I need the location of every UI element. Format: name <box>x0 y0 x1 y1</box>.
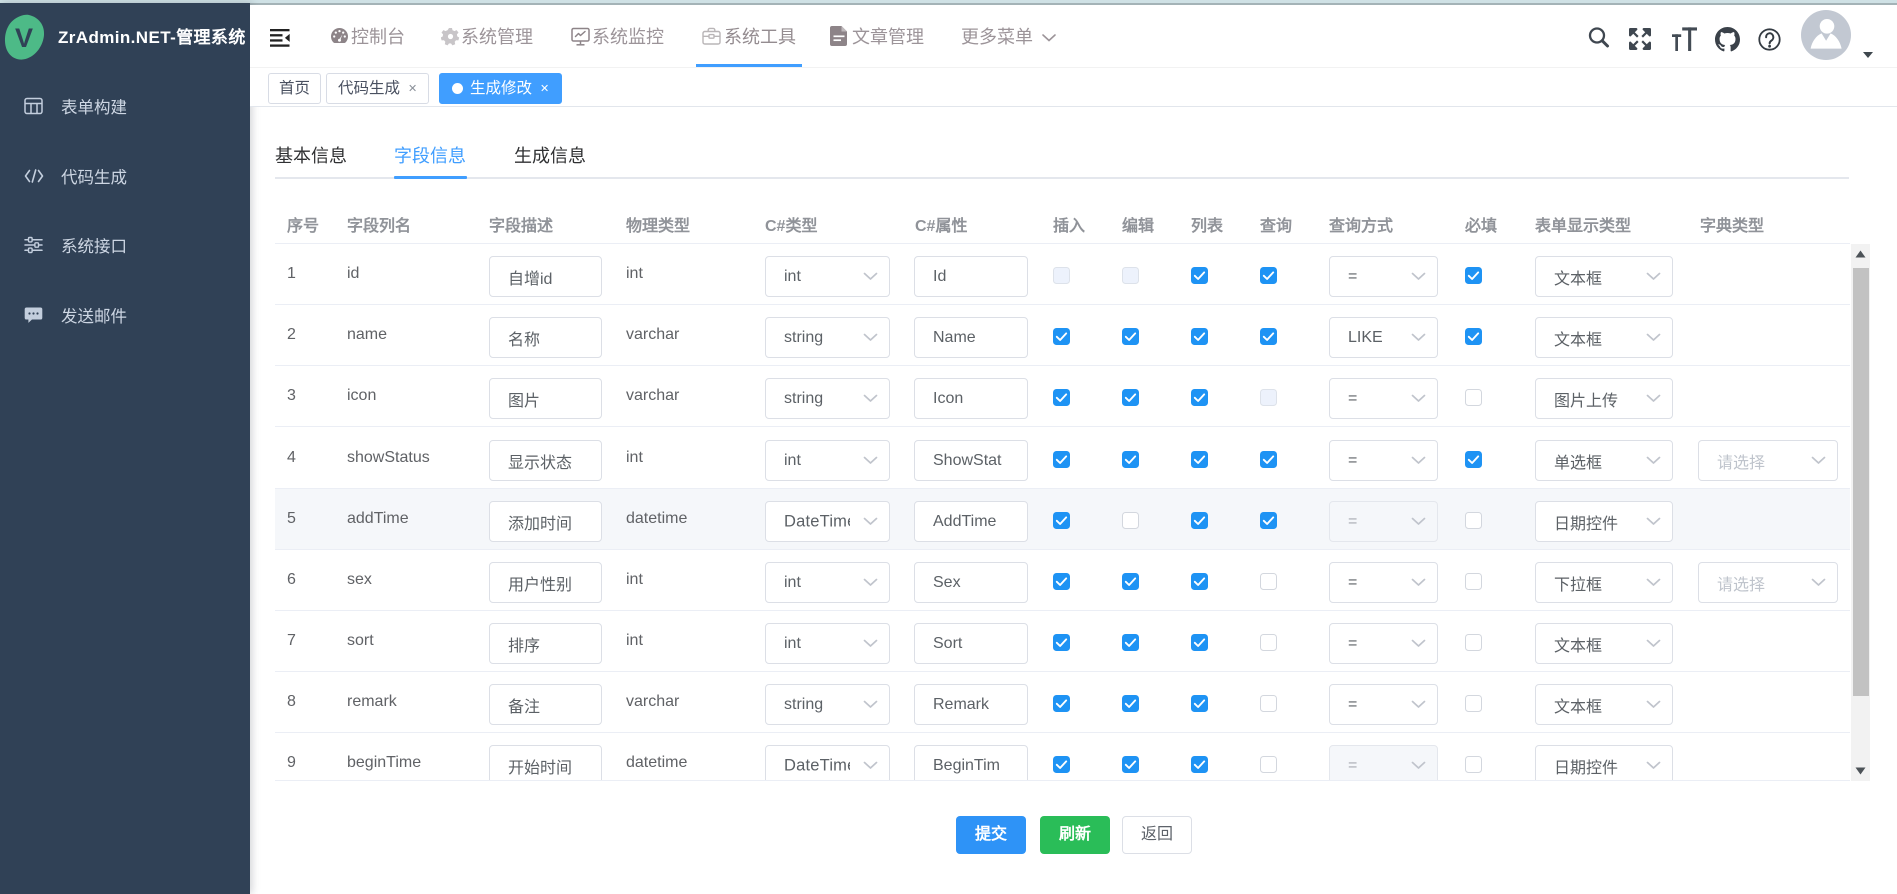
svg-text:V: V <box>15 23 33 53</box>
